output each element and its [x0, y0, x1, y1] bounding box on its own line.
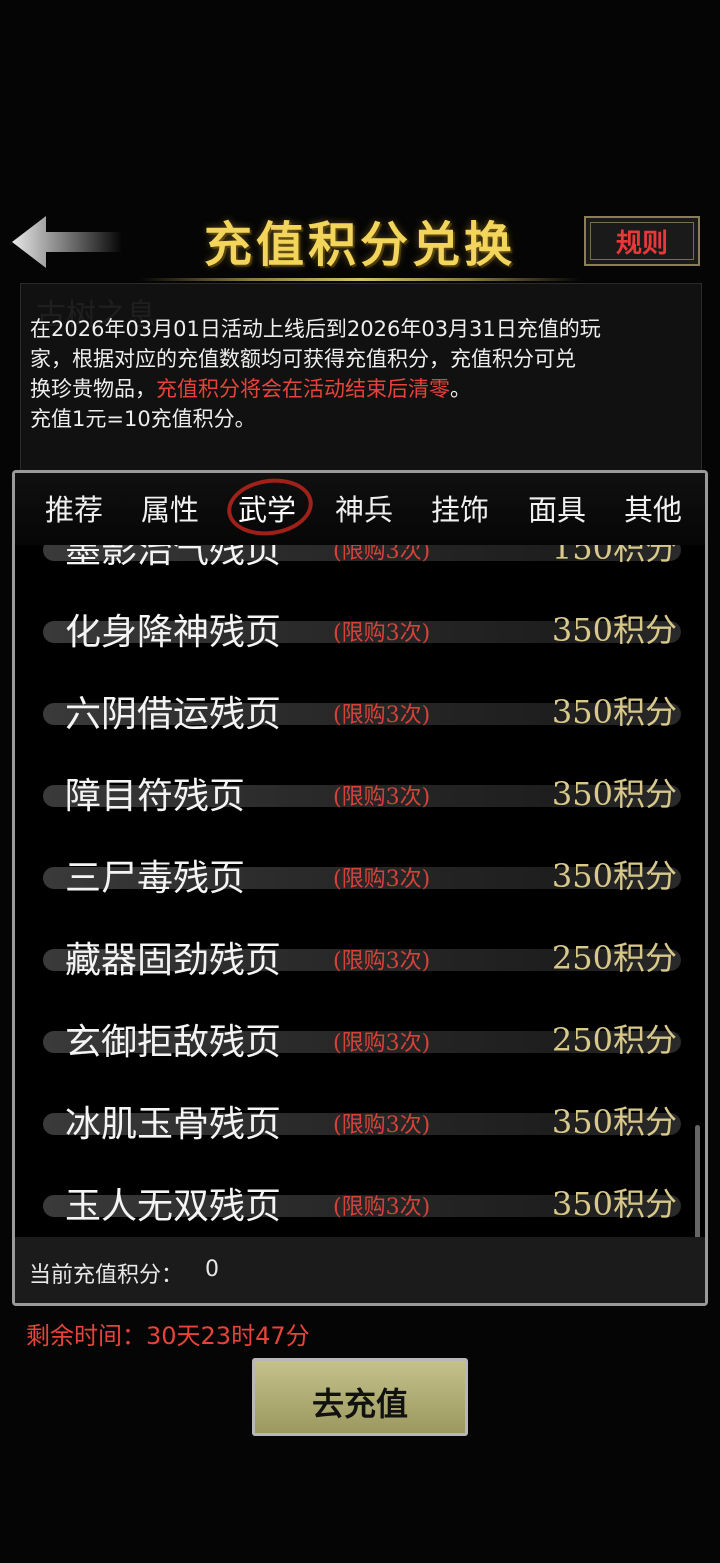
item-price: 350积分	[551, 693, 677, 731]
rules-button[interactable]: 规则	[584, 216, 700, 266]
tab-masks[interactable]: 面具	[509, 487, 605, 529]
tab-weapons[interactable]: 神兵	[316, 487, 412, 529]
item-limit: (限购3次)	[333, 703, 431, 728]
tab-attributes[interactable]: 属性	[122, 487, 218, 529]
list-item[interactable]: 六阴借运残页 (限购3次) 350积分	[15, 669, 705, 751]
item-price: 350积分	[551, 611, 677, 649]
list-item[interactable]: 藏器固劲残页 (限购3次) 250积分	[15, 915, 705, 997]
tab-martial-arts[interactable]: 武学	[219, 487, 315, 529]
item-name: 障目符残页	[65, 776, 246, 817]
item-name: 六阴借运残页	[65, 694, 282, 735]
item-price: 350积分	[551, 775, 677, 813]
item-name: 三尸毒残页	[65, 858, 246, 899]
points-label: 当前充值积分：	[29, 1263, 184, 1288]
intro-line-3: 换珍贵物品，充值积分将会在活动结束后清零。	[30, 374, 690, 404]
item-price: 350积分	[551, 857, 677, 895]
item-name: 冰肌玉骨残页	[65, 1104, 282, 1145]
item-limit: (限购3次)	[333, 949, 431, 974]
recharge-button-label: 去充值	[311, 1385, 408, 1423]
item-name: 化身降神残页	[65, 612, 282, 653]
item-list[interactable]: 墨影治气残页 (限购3次) 150积分 化身降神残页 (限购3次) 350积分 …	[15, 545, 705, 1237]
item-limit: (限购3次)	[333, 1195, 431, 1220]
item-limit: (限购3次)	[333, 1031, 431, 1056]
item-limit: (限购3次)	[333, 545, 431, 564]
points-bar: 当前充值积分： 0	[15, 1237, 705, 1303]
intro-description: 在2026年03月01日活动上线后到2026年03月31日充值的玩 家，根据对应…	[30, 314, 690, 434]
intro-line-3-suffix: 。	[450, 377, 471, 401]
item-name: 玄御拒敌残页	[65, 1022, 282, 1063]
item-price: 350积分	[551, 1103, 677, 1141]
item-price: 250积分	[551, 939, 677, 977]
item-name: 藏器固劲残页	[65, 940, 282, 981]
item-price: 250积分	[551, 1021, 677, 1059]
item-price: 150积分	[551, 545, 677, 567]
tab-others[interactable]: 其他	[605, 487, 701, 529]
list-scrollbar[interactable]	[695, 1125, 700, 1237]
recharge-button[interactable]: 去充值	[252, 1358, 468, 1436]
list-item[interactable]: 玄御拒敌残页 (限购3次) 250积分	[15, 997, 705, 1079]
item-name: 墨影治气残页	[65, 545, 282, 571]
item-name: 玉人无双残页	[65, 1186, 282, 1227]
item-limit: (限购3次)	[333, 867, 431, 892]
intro-clear-warning: 充值积分将会在活动结束后清零	[156, 377, 450, 401]
list-item[interactable]: 墨影治气残页 (限购3次) 150积分	[15, 545, 705, 587]
tab-pendants[interactable]: 挂饰	[412, 487, 508, 529]
category-tabs: 推荐 属性 武学 神兵 挂饰 面具 其他	[15, 473, 705, 545]
item-price: 350积分	[551, 1185, 677, 1223]
item-limit: (限购3次)	[333, 1113, 431, 1138]
list-item[interactable]: 三尸毒残页 (限购3次) 350积分	[15, 833, 705, 915]
intro-line-2: 家，根据对应的充值数额均可获得充值积分，充值积分可兑	[30, 347, 576, 371]
title-underline	[140, 278, 580, 281]
intro-line-3-prefix: 换珍贵物品，	[30, 377, 156, 401]
list-item[interactable]: 障目符残页 (限购3次) 350积分	[15, 751, 705, 833]
list-item[interactable]: 化身降神残页 (限购3次) 350积分	[15, 587, 705, 669]
exchange-modal: 推荐 属性 武学 神兵 挂饰 面具 其他 墨影治气残页 (限购3次) 150积分…	[12, 470, 708, 1306]
intro-line-4: 充值1元=10充值积分。	[30, 407, 256, 431]
list-item[interactable]: 玉人无双残页 (限购3次) 350积分	[15, 1161, 705, 1237]
list-item[interactable]: 冰肌玉骨残页 (限购3次) 350积分	[15, 1079, 705, 1161]
item-limit: (限购3次)	[333, 621, 431, 646]
tab-recommend[interactable]: 推荐	[26, 487, 122, 529]
item-limit: (限购3次)	[333, 785, 431, 810]
points-value: 0	[205, 1257, 219, 1282]
rules-button-label: 规则	[615, 229, 668, 259]
intro-line-1: 在2026年03月01日活动上线后到2026年03月31日充值的玩	[30, 317, 601, 341]
remaining-time: 剩余时间：30天23时47分	[26, 1322, 310, 1350]
